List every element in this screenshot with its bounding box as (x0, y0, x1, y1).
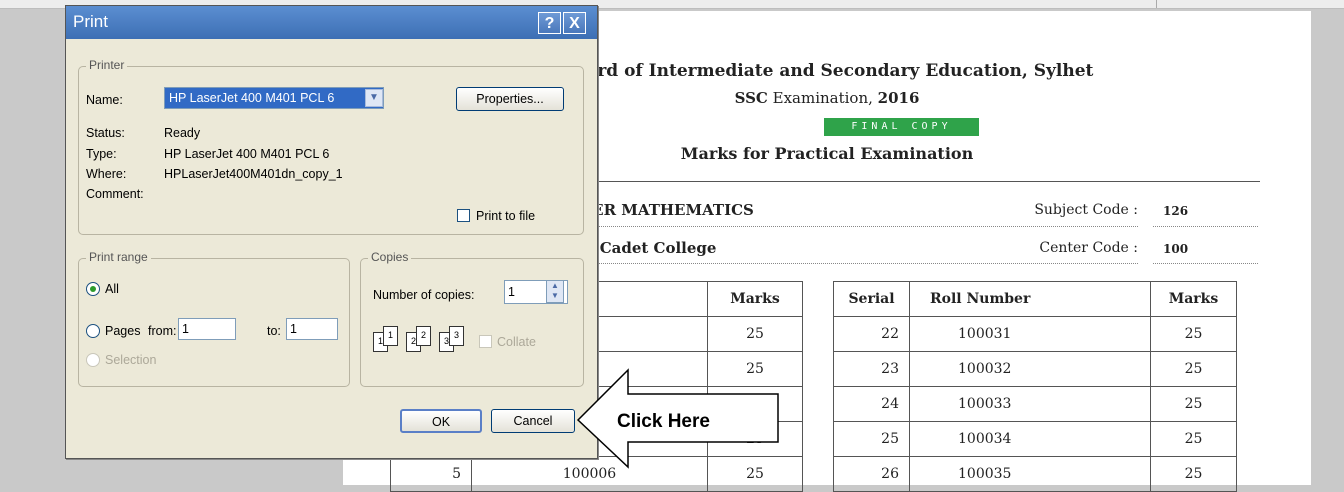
callout-label: Click Here (617, 411, 710, 432)
